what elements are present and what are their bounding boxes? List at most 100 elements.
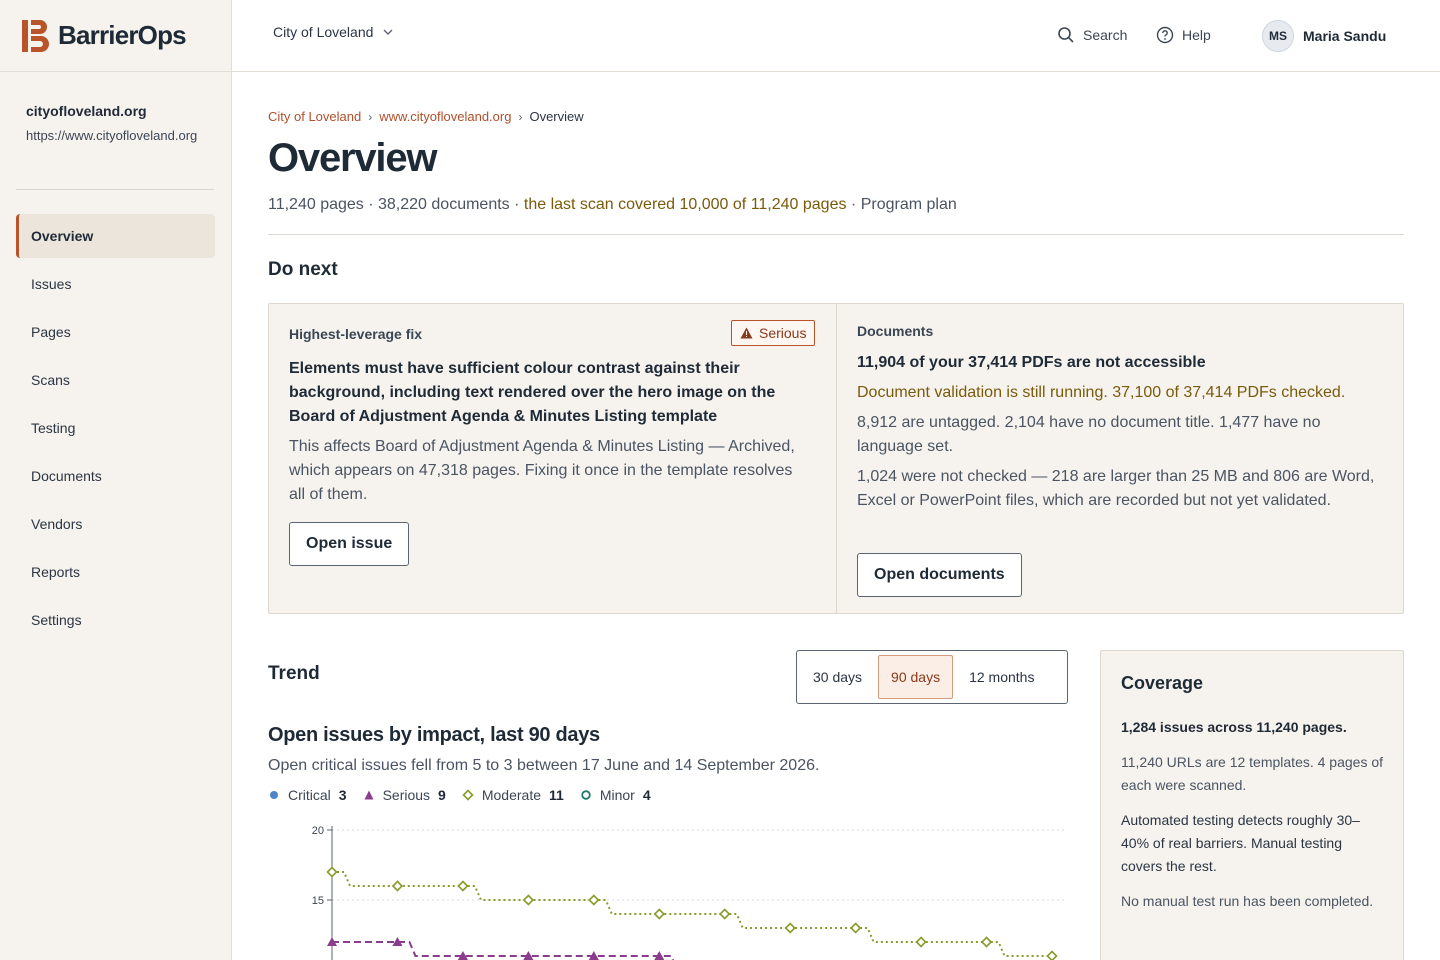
sidebar-item-settings[interactable]: Settings [16,598,215,642]
warning-icon [740,327,753,339]
do-next-heading: Do next [268,259,338,280]
user-name: Maria Sandu [1303,28,1387,44]
coverage-panel: Coverage 1,284 issues across 11,240 page… [1100,650,1404,960]
data-point-moderate [522,894,534,906]
data-point-moderate [719,908,731,920]
range-tabs: 30 days 90 days 12 months [796,650,1068,704]
legend-item-minor[interactable]: Minor 4 [580,787,651,803]
open-issue-button[interactable]: Open issue [289,522,410,566]
tab-12-months[interactable]: 12 months [957,655,1046,699]
search-label: Search [1083,27,1128,43]
org-name: City of Loveland [273,24,374,40]
coverage-issue-count: 1,284 issues across 11,240 pages. [1121,719,1347,735]
breadcrumb-site-link[interactable]: www.cityofloveland.org [379,109,511,124]
top-bar: BarrierOps City of Loveland Search Help … [0,0,1440,72]
data-point-moderate [588,894,600,906]
legend-count: 11 [549,787,564,803]
data-point-moderate [980,936,993,948]
triangle-marker-icon [364,790,374,800]
sidebar: cityofloveland.org https://www.cityoflov… [0,72,232,960]
open-documents-button[interactable]: Open documents [857,553,1022,597]
page-summary: 11,240 pages · 38,220 documents · the la… [268,196,957,214]
data-point-moderate [653,908,665,920]
documents-summary: 8,912 are untagged. 2,104 have no docume… [857,414,1321,455]
legend-label: Critical [288,787,331,803]
y-tick-label: 15 [312,895,324,907]
series-line-moderate [332,871,1052,957]
legend-item-critical[interactable]: Critical 3 [268,787,347,803]
brand[interactable]: BarrierOps [0,0,232,72]
breadcrumb-separator: › [518,109,523,124]
sidebar-item-overview[interactable]: Overview [16,214,215,258]
data-point-moderate [915,936,927,948]
sidebar-item-reports[interactable]: Reports [16,550,215,594]
tab-90-days[interactable]: 90 days [878,655,954,699]
legend-label: Serious [382,787,431,803]
status-badge: Serious [731,320,816,346]
breadcrumb-current: Overview [529,109,584,124]
coverage-templates: 11,240 URLs are 12 templates. 4 pages of… [1121,754,1384,793]
legend-item-moderate[interactable]: Moderate 11 [462,787,564,803]
tab-30-days[interactable]: 30 days [801,655,874,699]
coverage-title: Coverage [1121,673,1204,693]
page-title: Overview [268,136,437,180]
legend-count: 4 [642,787,651,803]
fix-heading: Elements must have sufficient colour con… [289,360,776,425]
sidebar-item-issues[interactable]: Issues [16,262,215,306]
circle-marker-icon [270,791,278,799]
trend-heading: Trend [268,663,320,684]
legend-label: Moderate [481,787,541,803]
documents-unchecked: 1,024 were not checked — 218 are larger … [857,468,1375,509]
divider [268,234,1404,235]
summary-plan: · Program plan [846,196,957,213]
legend-count: 9 [438,787,446,803]
ring-marker-icon [581,790,591,800]
breadcrumb-separator: › [368,109,373,124]
fix-description: This affects Board of Adjustment Agenda … [289,438,795,503]
legend-count: 3 [338,787,347,803]
documents-card-label: Documents [857,323,934,339]
sidebar-item-documents[interactable]: Documents [16,454,215,498]
y-tick-label: 20 [312,825,324,837]
sidebar-item-scans[interactable]: Scans [16,358,215,402]
fix-card-label: Highest-leverage fix [289,326,423,342]
documents-heading: 11,904 of your 37,414 PDFs are not acces… [857,354,1206,371]
sidebar-divider [16,189,214,190]
chart-legend: Critical 3 Serious 9 Moderate 11 Minor 4 [268,787,667,803]
chart-title: Open issues by impact, last 90 days [268,724,600,746]
help-button[interactable]: Help [1156,26,1211,44]
data-point-moderate [391,880,404,892]
breadcrumb: City of Loveland › www.cityofloveland.or… [268,109,584,124]
diamond-marker-icon [462,789,474,801]
series-line-serious [332,941,675,960]
sidebar-item-pages[interactable]: Pages [16,310,215,354]
coverage-manual-status: No manual test run has been completed. [1121,893,1374,909]
org-switcher[interactable]: City of Loveland [273,24,395,40]
search-button[interactable]: Search [1057,26,1127,44]
do-next-panel: Highest-leverage fix Serious Elements mu… [268,303,1404,614]
data-point-moderate [850,922,862,934]
data-point-moderate [1046,950,1058,960]
breadcrumb-org-link[interactable]: City of Loveland [268,109,361,124]
sidebar-item-vendors[interactable]: Vendors [16,502,215,546]
legend-item-serious[interactable]: Serious 9 [363,787,446,803]
help-icon [1156,26,1174,44]
legend-label: Minor [599,787,635,803]
help-label: Help [1182,27,1211,43]
coverage-automated-note: Automated testing detects roughly 30–40%… [1121,812,1360,874]
scan-coverage-warning: the last scan covered 10,000 of 11,240 p… [523,196,847,213]
data-point-moderate [326,866,338,878]
data-point-moderate [784,922,796,934]
summary-counts: 11,240 pages · 38,220 documents · [268,196,524,213]
trend-chart: 2015 [312,825,1064,960]
site-url: https://www.cityofloveland.org [26,128,198,143]
chevron-down-icon [383,29,393,35]
badge-label: Serious [759,325,807,341]
site-name: cityofloveland.org [26,103,147,119]
data-point-moderate [457,880,469,892]
documents-validation-warning: Document validation is still running. 37… [857,384,1346,401]
sidebar-item-testing[interactable]: Testing [16,406,215,450]
chart-subtitle: Open critical issues fell from 5 to 3 be… [268,757,820,774]
sidebar-nav: Overview Issues Pages Scans Testing Docu… [16,214,215,646]
user-menu[interactable]: MS Maria Sandu [1262,20,1386,52]
